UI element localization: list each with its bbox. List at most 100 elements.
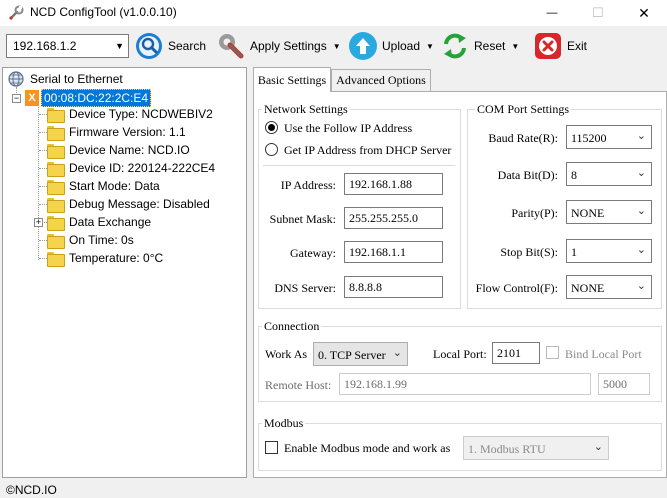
chevron-down-icon: ▼ <box>115 41 124 51</box>
maximize-button[interactable]: ☐ <box>575 0 621 26</box>
tab-basic-settings[interactable]: Basic Settings <box>253 67 331 92</box>
tree-connector <box>38 104 39 260</box>
tree-item[interactable]: Start Mode: Data <box>47 177 160 195</box>
modbus-mode-select[interactable]: 1. Modbus RTU ⌄ <box>463 436 609 460</box>
exit-label: Exit <box>567 39 588 53</box>
device-tree[interactable]: Serial to Ethernet − X 00:08:DC:22:2C:E4… <box>2 67 247 478</box>
ip-address-value: 192.168.1.2 <box>13 39 77 53</box>
com-port-title: COM Port Settings <box>475 102 572 117</box>
subnet-mask-field[interactable]: 255.255.255.0 <box>344 207 443 229</box>
folder-icon <box>47 125 65 141</box>
folder-icon <box>47 143 65 159</box>
apply-settings-label: Apply Settings <box>250 39 327 53</box>
ip-address-label: IP Address: <box>280 178 336 192</box>
remote-host-label: Remote Host: <box>265 378 332 392</box>
baud-rate-label: Baud Rate(R): <box>488 131 558 145</box>
bind-local-port-checkbox[interactable] <box>546 346 559 359</box>
ip-address-field[interactable]: 192.168.1.88 <box>344 173 443 195</box>
network-divider <box>263 165 455 166</box>
reset-label: Reset <box>474 39 506 53</box>
apply-settings-button[interactable]: Apply Settings ▼ <box>216 29 341 63</box>
tree-item-label: Firmware Version: 1.1 <box>69 125 186 139</box>
refresh-icon <box>444 33 466 59</box>
tree-item[interactable]: Data Exchange <box>47 213 151 231</box>
folder-icon <box>47 179 65 195</box>
tree-item[interactable]: Device Name: NCD.IO <box>47 141 190 159</box>
modbus-mode-value: 1. Modbus RTU <box>468 442 546 456</box>
minimize-button[interactable]: — <box>529 0 575 26</box>
remote-host-field[interactable]: 192.168.1.99 <box>339 373 591 395</box>
data-bit-label: Data Bit(D): <box>497 168 558 182</box>
reset-button[interactable]: Reset ▼ <box>440 29 519 63</box>
local-port-field[interactable]: 2101 <box>492 342 540 364</box>
remote-port-field[interactable]: 5000 <box>598 373 650 395</box>
static-ip-label: Use the Follow IP Address <box>284 121 413 135</box>
folder-icon <box>47 161 65 177</box>
tab-advanced-options-label: Advanced Options <box>336 73 426 87</box>
tab-basic-settings-label: Basic Settings <box>257 72 327 87</box>
enable-modbus-checkbox[interactable] <box>265 441 278 454</box>
gateway-field[interactable]: 192.168.1.1 <box>344 241 443 263</box>
folder-icon <box>47 107 65 123</box>
chevron-down-icon: ⌄ <box>636 205 646 217</box>
connection-title: Connection <box>262 319 322 334</box>
search-button[interactable]: Search <box>134 29 206 63</box>
wrench-gear-icon <box>219 34 244 59</box>
maximize-icon: ☐ <box>592 5 604 20</box>
tree-connector <box>39 114 47 115</box>
dhcp-label: Get IP Address from DHCP Server <box>284 143 452 157</box>
chevron-down-icon: ⌄ <box>636 280 646 292</box>
tree-item[interactable]: Temperature: 0°C <box>47 249 163 267</box>
upload-button[interactable]: Upload ▼ <box>348 29 434 63</box>
ip-address-combo[interactable]: 192.168.1.2 ▼ <box>6 34 129 58</box>
tab-advanced-options[interactable]: Advanced Options <box>331 69 431 91</box>
local-port-label: Local Port: <box>433 347 487 361</box>
data-bit-select[interactable]: 8 ⌄ <box>566 162 652 186</box>
close-button[interactable]: ✕ <box>621 0 667 26</box>
data-bit-value: 8 <box>571 168 577 182</box>
tree-root[interactable]: Serial to Ethernet <box>8 70 123 88</box>
tree-item[interactable]: Device Type: NCDWEBIV2 <box>47 105 213 123</box>
tree-connector <box>39 132 47 133</box>
chevron-down-icon: ▼ <box>511 41 520 51</box>
tree-item-label: On Time: 0s <box>69 233 134 247</box>
status-text: ©NCD.IO <box>6 483 57 497</box>
bind-local-port-label: Bind Local Port <box>565 347 642 361</box>
tree-item[interactable]: On Time: 0s <box>47 231 134 249</box>
exit-button[interactable]: Exit <box>533 29 587 63</box>
baud-rate-select[interactable]: 115200 ⌄ <box>566 125 652 149</box>
parity-value: NONE <box>571 206 605 220</box>
expand-icon[interactable]: + <box>34 218 43 227</box>
subnet-mask-label: Subnet Mask: <box>269 212 336 226</box>
chevron-down-icon: ⌄ <box>636 167 646 179</box>
flow-control-label: Flow Control(F): <box>475 281 558 295</box>
folder-icon <box>47 215 65 231</box>
flow-control-select[interactable]: NONE ⌄ <box>566 275 652 299</box>
upload-arrow-icon <box>349 32 377 60</box>
tree-item[interactable]: Device ID: 220124-222CE4 <box>47 159 215 177</box>
tree-item[interactable]: Firmware Version: 1.1 <box>47 123 186 141</box>
work-as-label: Work As <box>265 347 308 361</box>
upload-label: Upload <box>382 39 421 53</box>
stop-bit-select[interactable]: 1 ⌄ <box>566 239 652 263</box>
baud-rate-value: 115200 <box>571 131 607 145</box>
tree-connector <box>39 258 47 259</box>
tree-item[interactable]: Debug Message: Disabled <box>47 195 210 213</box>
stop-bit-value: 1 <box>571 245 577 259</box>
tree-item-label: Debug Message: Disabled <box>69 197 210 211</box>
chevron-down-icon: ▼ <box>426 41 434 51</box>
tree-root-label: Serial to Ethernet <box>30 72 123 86</box>
collapse-icon: − <box>12 92 21 103</box>
exit-icon <box>535 33 561 59</box>
folder-icon <box>47 251 65 267</box>
tree-item-label: Temperature: 0°C <box>69 251 164 265</box>
dns-server-field[interactable]: 8.8.8.8 <box>344 276 443 298</box>
search-icon <box>136 33 162 59</box>
parity-select[interactable]: NONE ⌄ <box>566 200 652 224</box>
search-label: Search <box>168 39 207 53</box>
work-as-select[interactable]: 0. TCP Server ⌄ <box>313 342 408 366</box>
dhcp-radio[interactable] <box>265 143 278 156</box>
minimize-icon: — <box>546 7 558 19</box>
tree-item-label: Device ID: 220124-222CE4 <box>69 161 216 175</box>
static-ip-radio[interactable] <box>265 121 278 134</box>
